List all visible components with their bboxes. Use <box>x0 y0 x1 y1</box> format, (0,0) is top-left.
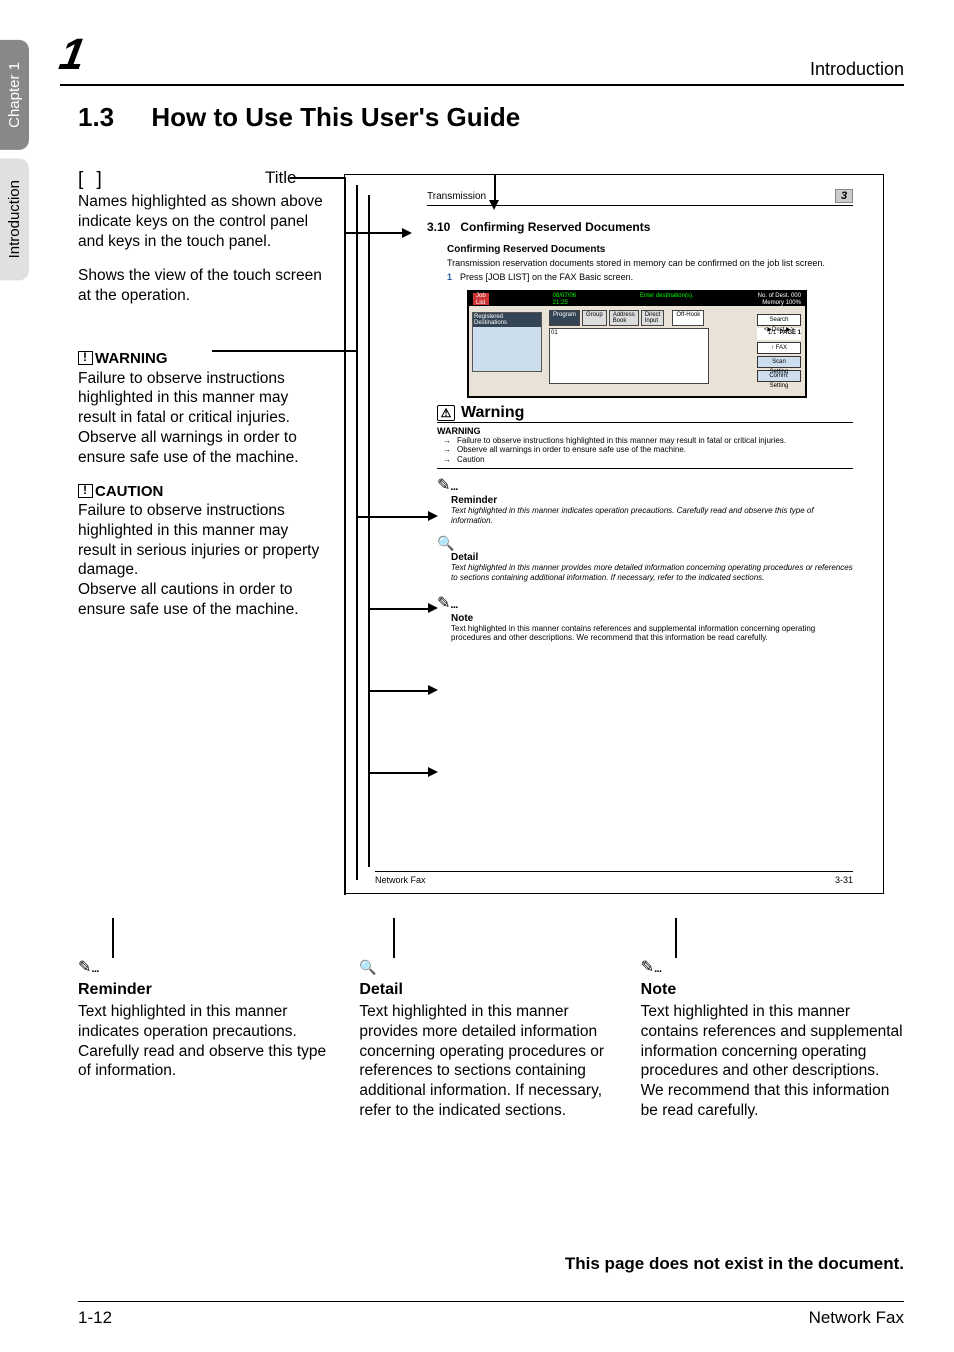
page-number: 1-12 <box>78 1308 112 1328</box>
closing-note: This page does not exist in the document… <box>565 1254 904 1274</box>
sample-page-footer: Network Fax 3-31 <box>375 871 853 885</box>
page-header: 1 Introduction <box>60 30 904 86</box>
sample-subheading: Confirming Reserved Documents <box>447 244 853 255</box>
chapter-number: 1 <box>56 30 89 80</box>
sample-note-text: Text highlighted in this manner contains… <box>451 624 853 643</box>
caution-body: Failure to observe instructions highligh… <box>78 501 323 620</box>
sample-detail-head: Detail <box>451 552 853 563</box>
brackets-sample: [ ] <box>78 169 106 190</box>
sample-warning-block: ⚠Warning WARNING →Failure to observe ins… <box>437 404 853 643</box>
sample-foot-left: Network Fax <box>375 875 426 885</box>
header-intro: Introduction <box>810 59 904 80</box>
detail-text: Text highlighted in this manner provides… <box>359 1002 622 1120</box>
reminder-text: Text highlighted in this manner indicate… <box>78 1002 341 1081</box>
sample-reminder-text: Text highlighted in this manner indicate… <box>451 506 853 525</box>
sample-paragraph: Transmission reservation documents store… <box>447 258 853 269</box>
note-text: Text highlighted in this manner contains… <box>641 1002 904 1120</box>
caution-triangle-icon <box>78 484 93 498</box>
connector-line <box>675 918 677 958</box>
sample-detail-text: Text highlighted in this manner provides… <box>451 563 853 582</box>
warning-body: Failure to observe instructions highligh… <box>78 369 323 468</box>
detail-head: Detail <box>359 980 622 1000</box>
sample-step: 1Press [JOB LIST] on the FAX Basic scree… <box>447 272 853 283</box>
touch-screen-sample: Job List 08/07/06 21:25 Enter destinatio… <box>467 290 807 398</box>
sample-warning-line2: Observe all warnings in order to ensure … <box>457 445 686 455</box>
hand-icon: ... <box>437 593 853 613</box>
sample-section-heading: 3.10 Confirming Reserved Documents <box>427 220 853 234</box>
bottom-explanations: ... Reminder Text highlighted in this ma… <box>78 958 904 1120</box>
sample-warning-line1: Failure to observe instructions highligh… <box>457 436 786 446</box>
screen-entry-area[interactable]: 01 <box>549 328 709 384</box>
screen-datetime: 08/07/06 21:25 <box>553 293 576 305</box>
reminder-column: ... Reminder Text highlighted in this ma… <box>78 958 341 1120</box>
search-dest-button[interactable]: Search <▶Dest.▶> <box>757 314 801 326</box>
fax-button[interactable]: ↑ FAX <box>757 342 801 354</box>
hand-icon: ... <box>641 959 662 976</box>
hand-icon: ... <box>78 959 99 976</box>
sample-page: Transmission 3 3.10 Confirming Reserved … <box>344 174 884 894</box>
sample-foot-right: 3-31 <box>835 875 853 885</box>
section-title: 1.3 How to Use This User's Guide <box>78 102 520 133</box>
shows-explanation: Shows the view of the touch screen at th… <box>78 266 323 306</box>
sample-page-header: Transmission 3 <box>427 189 853 206</box>
hand-icon: ... <box>437 475 853 495</box>
job-list-button[interactable]: Job List <box>473 293 489 305</box>
magnifier-icon <box>359 959 376 976</box>
note-column: ... Note Text highlighted in this manner… <box>641 958 904 1120</box>
screen-tabs: Program Group Address Book Direct Input … <box>549 310 704 326</box>
warning-triangle-icon <box>78 351 93 365</box>
connector-line <box>393 918 395 958</box>
names-explanation: Names highlighted as shown above indicat… <box>78 192 323 251</box>
section-number: 1.3 <box>78 102 114 132</box>
tab-group[interactable]: Group <box>582 310 607 326</box>
footer-right: Network Fax <box>809 1308 904 1328</box>
side-tab-section: Introduction <box>0 158 29 280</box>
section-text: How to Use This User's Guide <box>151 102 520 132</box>
note-head: Note <box>641 980 904 1000</box>
warning-triangle-icon: ⚠ <box>437 405 455 421</box>
warning-heading: WARNING <box>78 349 323 368</box>
magnifier-icon <box>437 535 853 552</box>
connector-line <box>290 177 344 179</box>
detail-column: Detail Text highlighted in this manner p… <box>359 958 622 1120</box>
off-hook-button[interactable]: Off-Hook <box>672 310 704 326</box>
left-column: [ ] Names highlighted as shown above ind… <box>78 168 323 634</box>
sample-page-title: Transmission <box>427 191 486 202</box>
scan-setting-button[interactable]: Scan Setting <box>757 356 801 368</box>
comm-setting-button[interactable]: Comm. Setting <box>757 370 801 382</box>
caution-heading: CAUTION <box>78 482 323 501</box>
sample-note-head: Note <box>451 613 853 624</box>
tab-program[interactable]: Program <box>549 310 580 326</box>
screen-prompt: Enter destination(s). <box>640 293 694 305</box>
sample-page-chapnum: 3 <box>835 189 853 203</box>
registered-dest-panel: Registered Destinations <box>472 312 542 372</box>
tab-address-book[interactable]: Address Book <box>609 310 639 326</box>
reminder-head: Reminder <box>78 980 341 1000</box>
connector-line <box>212 350 357 352</box>
connector-line <box>112 918 114 958</box>
side-tabs: Chapter 1 Introduction <box>0 40 36 288</box>
page-footer: 1-12 Network Fax <box>78 1301 904 1328</box>
sample-warning-sub: WARNING <box>437 426 853 436</box>
side-tab-chapter: Chapter 1 <box>0 40 29 150</box>
sample-reminder-head: Reminder <box>451 495 853 506</box>
sample-warning-line3: Caution <box>457 455 485 465</box>
tab-direct-input[interactable]: Direct Input <box>641 310 665 326</box>
